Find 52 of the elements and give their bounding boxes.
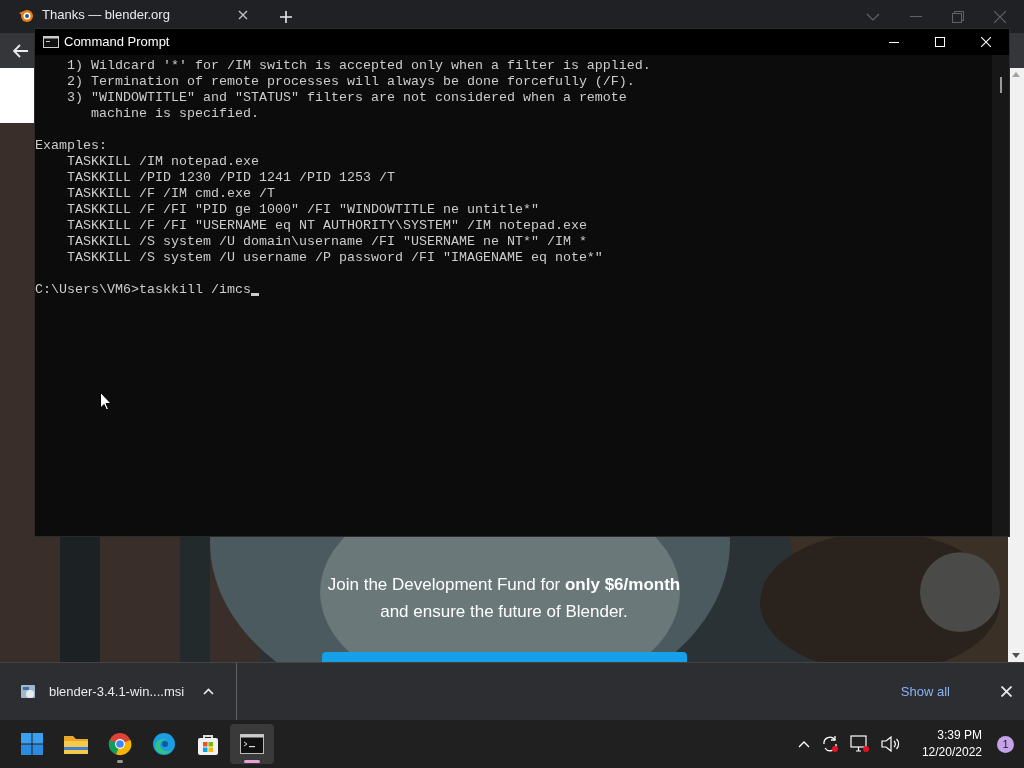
console-scrollbar[interactable] <box>992 55 1009 536</box>
console-line: C:\Users\VM6>taskkill /imcs <box>35 282 251 298</box>
store-bag-icon <box>196 732 220 756</box>
chevron-up-icon[interactable] <box>203 688 215 695</box>
console-line: TASKKILL /PID 1230 /PID 1241 /PID 1253 /T <box>66 170 395 186</box>
text-cursor <box>250 293 259 296</box>
clock-time: 3:39 PM <box>937 727 982 744</box>
speaker-icon[interactable] <box>880 736 901 752</box>
notification-count[interactable]: 1 <box>997 735 1014 753</box>
console-line: 2) Termination of remote processes will always be done forcefully (/F). <box>66 74 635 90</box>
minimize-icon[interactable] <box>910 15 922 18</box>
page-scrollbar[interactable] <box>1008 68 1024 662</box>
terminal-icon <box>240 734 264 754</box>
close-icon <box>981 37 991 47</box>
taskbar-app[interactable] <box>230 724 274 764</box>
console-line: TASKKILL /F /IM cmd.exe /T <box>66 186 275 202</box>
console-line: machine is specified. <box>90 106 259 122</box>
console-line: 3) "WINDOWTITLE" and "STATUS" filters are not considered when a remote <box>66 90 627 106</box>
window-title: Command Prompt <box>64 33 170 52</box>
console-line: 1) Wildcard '*' for /IM switch is accepted only when a filter is applied. <box>66 58 651 74</box>
edge-icon <box>152 732 176 756</box>
close-icon[interactable] <box>238 10 248 20</box>
chevron-down-icon[interactable] <box>866 12 880 21</box>
promo-text: Join the Development Fund for only $6/month <box>327 574 681 596</box>
console-line: TASKKILL /S system /U domain\username /FI "USERNAME ne NT*" /IM * <box>66 234 587 250</box>
terminal-icon <box>43 36 59 48</box>
back-arrow-icon[interactable] <box>13 43 29 58</box>
promo-text: and ensure the future of Blender. <box>380 601 628 623</box>
console-line: TASKKILL /IM notepad.exe <box>66 154 259 170</box>
console-line: Examples: <box>35 138 107 154</box>
restore-icon[interactable] <box>952 10 964 23</box>
folder-icon <box>63 733 89 755</box>
tab-title: Thanks — blender.org <box>42 6 170 25</box>
console-line: TASKKILL /F /FI "PID ge 1000" /FI "WINDOWTITLE ne untitle*" <box>66 202 539 218</box>
mouse-pointer-icon <box>100 392 112 411</box>
minimize-icon <box>889 41 899 43</box>
console-line: TASKKILL /S system /U username /P password /FI "IMAGENAME eq note*" <box>66 250 603 266</box>
browser-tab[interactable]: Thanks — blender.org <box>18 2 248 28</box>
installer-file-icon <box>20 683 36 700</box>
chrome-icon <box>108 732 132 756</box>
sync-icon[interactable] <box>820 735 839 753</box>
clock[interactable]: 3:39 PM 12/20/2022 <box>921 727 982 761</box>
show-all-link[interactable]: Show all <box>900 681 950 702</box>
new-tab-icon[interactable] <box>280 10 292 23</box>
windows-logo-icon <box>20 732 44 756</box>
console-line: TASKKILL /F /FI "USERNAME eq NT AUTHORITY\SYSTEM" /IM notepad.exe <box>66 218 587 234</box>
scroll-down-icon[interactable] <box>1012 653 1020 658</box>
network-icon[interactable] <box>849 735 870 753</box>
download-filename[interactable]: blender-3.4.1-win....msi <box>49 681 185 702</box>
blender-logo-icon <box>18 7 34 23</box>
maximize-icon <box>935 37 945 47</box>
clock-date: 12/20/2022 <box>921 744 982 761</box>
